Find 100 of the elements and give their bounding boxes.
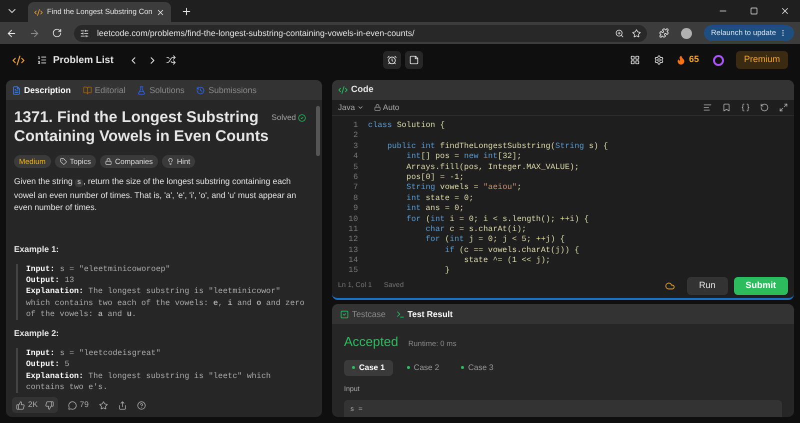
document-icon xyxy=(12,86,21,94)
line-number: 6 xyxy=(353,172,358,184)
code-line: if (c == vowels.charAt(j)) { xyxy=(444,246,580,256)
line-number: 7 xyxy=(353,183,358,194)
code-icon xyxy=(338,85,348,95)
layout-icon[interactable] xyxy=(630,55,640,65)
line-number: 4 xyxy=(353,152,358,163)
panel-title: Code xyxy=(351,83,374,96)
input-text: s = "eleetminicoworoep" xyxy=(60,264,170,276)
list-icon[interactable] xyxy=(37,55,47,65)
code-line: class Solution { xyxy=(368,121,445,132)
expand-icon[interactable] xyxy=(779,103,788,112)
input-text: s = "leetcodeisgreat" xyxy=(60,348,161,360)
panel-tab[interactable]: Solutions xyxy=(137,84,184,96)
line-number: 15 xyxy=(348,266,358,274)
case-tab[interactable]: Case 3 xyxy=(453,360,502,376)
chevron-down-icon[interactable] xyxy=(356,104,364,111)
new-tab-icon[interactable] xyxy=(181,6,192,16)
panel-tab[interactable]: Editorial xyxy=(82,84,126,96)
flask-icon xyxy=(137,86,146,94)
help-icon[interactable] xyxy=(136,400,146,410)
input-label: Input: xyxy=(26,348,55,360)
output-text: 13 xyxy=(64,275,74,286)
bookmark-icon[interactable] xyxy=(722,103,731,112)
code-line: public int findTheLongestSubstring(String s) { xyxy=(386,142,608,152)
explanation-text: Explanation: The longest substring is "leetc" which contains two e's. xyxy=(26,370,272,393)
format-icon[interactable] xyxy=(703,103,712,112)
favorite-icon[interactable] xyxy=(98,400,108,410)
code-line: Arrays.fill(pos, Integer.MAX_VALUE); xyxy=(405,162,580,173)
run-button[interactable]: Run xyxy=(686,277,728,295)
line-number: 11 xyxy=(348,224,358,236)
line-number: 12 xyxy=(348,235,358,246)
panel-tab[interactable]: Description xyxy=(12,84,71,96)
input-label: Input: xyxy=(26,264,55,276)
forward-icon[interactable] xyxy=(29,28,40,38)
site-icon xyxy=(34,8,43,16)
code-line: state ^= (1 << j); xyxy=(463,256,550,266)
code-line: int ans = 0; xyxy=(405,204,464,215)
output-text: 5 xyxy=(64,359,70,371)
case-tab[interactable]: Case 1 xyxy=(344,360,393,376)
reset-icon[interactable] xyxy=(760,103,769,112)
lightbulb-icon xyxy=(166,158,174,165)
alarm-clock-icon xyxy=(386,55,397,65)
note-icon xyxy=(408,55,419,65)
check-circle-icon xyxy=(298,114,306,122)
avatar-icon[interactable] xyxy=(713,54,724,66)
back-icon[interactable] xyxy=(6,28,17,38)
code-line: int state = 0; xyxy=(405,194,474,204)
history-icon xyxy=(196,86,206,94)
checkbox-icon xyxy=(340,310,349,318)
problem-title: 1371. Find the Longest Substring Containing Vowels in Even Counts xyxy=(14,108,269,146)
auto-mode[interactable]: Auto xyxy=(382,102,400,114)
line-number: 8 xyxy=(353,194,358,204)
share-icon[interactable] xyxy=(118,400,127,410)
settings-icon[interactable] xyxy=(654,55,664,65)
close-icon[interactable] xyxy=(780,6,790,16)
comment-icon[interactable] xyxy=(68,400,77,410)
code-line: String vowels = "aeiou"; xyxy=(405,183,522,194)
shuffle-icon[interactable] xyxy=(166,55,176,65)
maximize-icon[interactable] xyxy=(750,7,758,15)
case-tab[interactable]: Case 2 xyxy=(398,360,448,376)
bookmark-star-icon[interactable] xyxy=(632,28,641,38)
problem-list-link[interactable]: Problem List xyxy=(53,52,114,68)
code-line: char c = s.charAt(i); xyxy=(424,224,526,235)
thumbs-down-icon[interactable] xyxy=(44,400,54,410)
line-number: 5 xyxy=(353,162,358,173)
profile-avatar[interactable] xyxy=(680,28,692,38)
like-count: 2K xyxy=(28,399,38,411)
tag-icon xyxy=(60,158,67,165)
line-number: 1 xyxy=(353,121,358,132)
streak-count: 65 xyxy=(688,53,699,66)
cloud-icon[interactable] xyxy=(664,281,675,291)
site-info-icon[interactable] xyxy=(80,28,89,38)
code-line: } xyxy=(444,266,450,274)
zoom-icon[interactable] xyxy=(614,28,624,38)
code-line: for (int j = 0; j < 5; ++j) { xyxy=(424,235,565,246)
premium-button[interactable]: Premium xyxy=(736,51,788,69)
language-select[interactable]: Java xyxy=(338,102,355,114)
code-line: pos[0] = -1; xyxy=(405,172,464,183)
thumbs-up-icon[interactable] xyxy=(16,400,25,410)
flame-icon xyxy=(676,55,686,65)
panel-tab[interactable]: Submissions xyxy=(196,84,257,96)
panel-tab[interactable]: Test Result xyxy=(408,308,453,320)
reload-icon[interactable] xyxy=(52,28,62,38)
timer-button[interactable] xyxy=(382,51,401,69)
solved-status: Solved xyxy=(272,112,296,124)
scrollbar-thumb[interactable] xyxy=(316,106,320,156)
notes-button[interactable] xyxy=(404,51,423,69)
line-number: 9 xyxy=(353,204,358,215)
braces-icon[interactable] xyxy=(741,103,750,112)
example-heading: Example 1: xyxy=(14,243,60,256)
close-icon[interactable] xyxy=(156,8,166,16)
verdict-text: Accepted xyxy=(344,333,398,351)
panel-tab[interactable]: Testcase xyxy=(352,308,386,320)
line-number: 10 xyxy=(348,214,358,225)
line-number: 3 xyxy=(353,142,358,152)
output-label: Output: xyxy=(26,359,60,371)
logo-icon[interactable] xyxy=(12,54,25,66)
address-field[interactable]: leetcode.com/problems/find-the-longest-substring-containing-vowels-in-even-counts/ xyxy=(74,24,647,42)
extensions-icon[interactable] xyxy=(658,28,669,38)
